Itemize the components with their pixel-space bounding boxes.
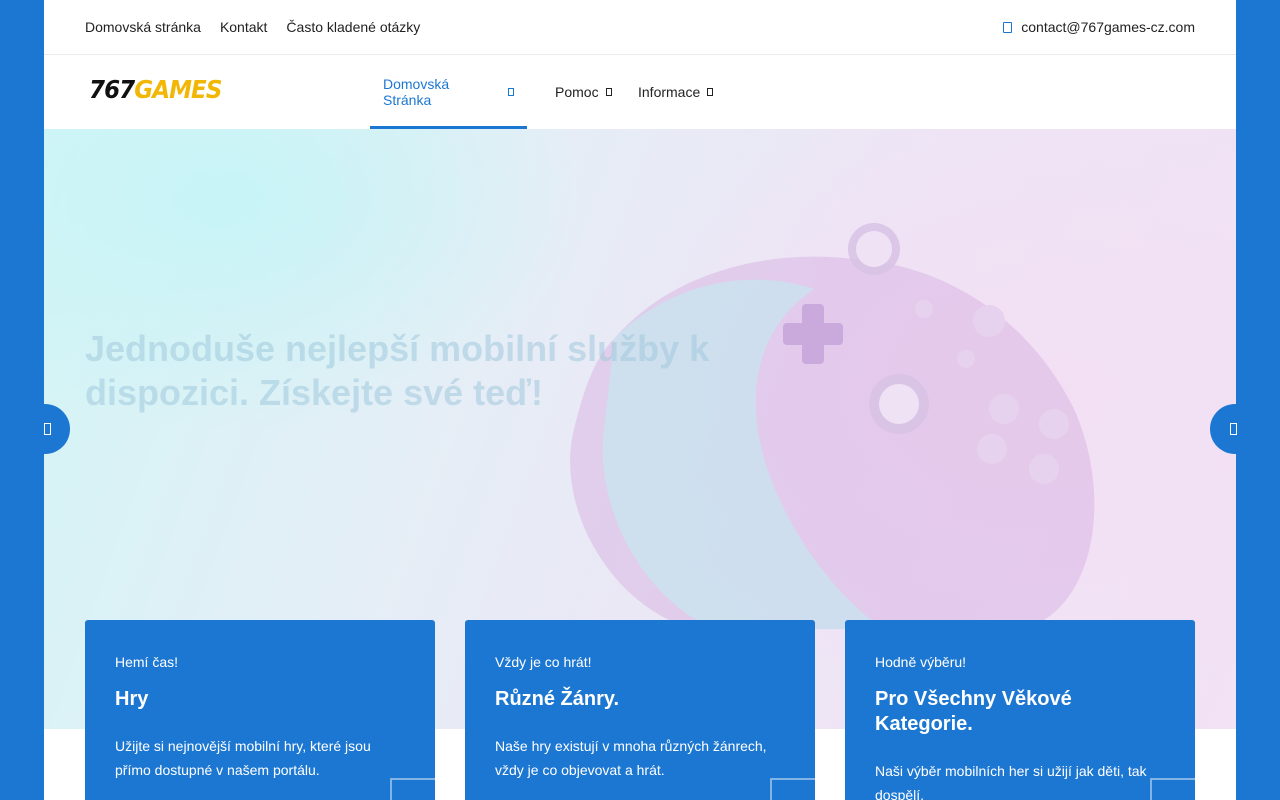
- logo-number: 767: [89, 75, 135, 104]
- card-kicker: Hodně výběru!: [875, 654, 967, 670]
- top-link-home[interactable]: Domovská stránka: [85, 19, 201, 35]
- mail-icon: [1003, 21, 1013, 33]
- feature-card: Hodně výběru! Pro Všechny Věkové Kategor…: [845, 620, 1195, 800]
- nav-item-label: Domovská Stránka: [383, 76, 450, 108]
- feature-card: Hemí čas! Hry Užijte si nejnovější mobil…: [85, 620, 435, 800]
- chevron-down-icon: [508, 88, 514, 96]
- card-decoration: [1150, 778, 1195, 800]
- chevron-left-icon: [43, 423, 51, 435]
- top-link-contact[interactable]: Kontakt: [220, 19, 267, 35]
- card-title: Pro Všechny Věkové Kategorie.: [875, 688, 1072, 735]
- logo-word: GAMES: [134, 75, 222, 104]
- feature-cards: Hemí čas! Hry Užijte si nejnovější mobil…: [85, 620, 1195, 800]
- game-controller-image: [570, 223, 1095, 629]
- top-bar: Domovská stránka Kontakt Často kladené o…: [44, 0, 1236, 55]
- slider-prev-button[interactable]: [20, 404, 70, 454]
- site-logo[interactable]: 767GAMES: [89, 75, 222, 104]
- top-link-faq[interactable]: Často kladené otázky: [286, 19, 420, 35]
- chevron-right-icon: [1229, 423, 1237, 435]
- chevron-down-icon: [605, 88, 612, 96]
- nav-item-home[interactable]: Domovská Stránka: [370, 55, 527, 129]
- contact-email-text[interactable]: contact@767games-cz.com: [1021, 19, 1195, 35]
- hero-title: Jednoduše nejlepší mobilní služby k disp…: [85, 328, 710, 413]
- card-kicker: Hemí čas!: [115, 654, 179, 670]
- nav-item-label: Pomoc: [555, 84, 599, 100]
- contact-email[interactable]: contact@767games-cz.com: [1003, 19, 1195, 35]
- feature-card: Vždy je co hrát! Různé Žánry. Naše hry e…: [465, 620, 815, 800]
- card-title: Hry: [115, 688, 149, 710]
- nav-item-help[interactable]: Pomoc: [528, 55, 625, 129]
- card-kicker: Vždy je co hrát!: [495, 654, 592, 670]
- nav-item-info[interactable]: Informace: [626, 55, 726, 129]
- nav-item-label: Informace: [638, 84, 701, 100]
- slider-next-button[interactable]: [1210, 404, 1260, 454]
- card-text: Naši výběr mobilních her si užijí jak dě…: [875, 763, 1147, 800]
- card-text: Naše hry existují v mnoha různých žánrec…: [495, 738, 767, 778]
- card-decoration: [770, 778, 815, 800]
- card-decoration: [390, 778, 435, 800]
- chevron-down-icon: [707, 88, 714, 96]
- top-links: Domovská stránka Kontakt Často kladené o…: [85, 19, 420, 35]
- page-frame: Domovská stránka Kontakt Často kladené o…: [44, 0, 1236, 800]
- main-header: 767GAMES Domovská Stránka Pomoc Informac…: [44, 55, 1236, 129]
- main-nav: Domovská Stránka Pomoc Informace: [370, 55, 727, 129]
- card-text: Užijte si nejnovější mobilní hry, které …: [115, 738, 371, 778]
- card-title: Různé Žánry.: [495, 688, 620, 710]
